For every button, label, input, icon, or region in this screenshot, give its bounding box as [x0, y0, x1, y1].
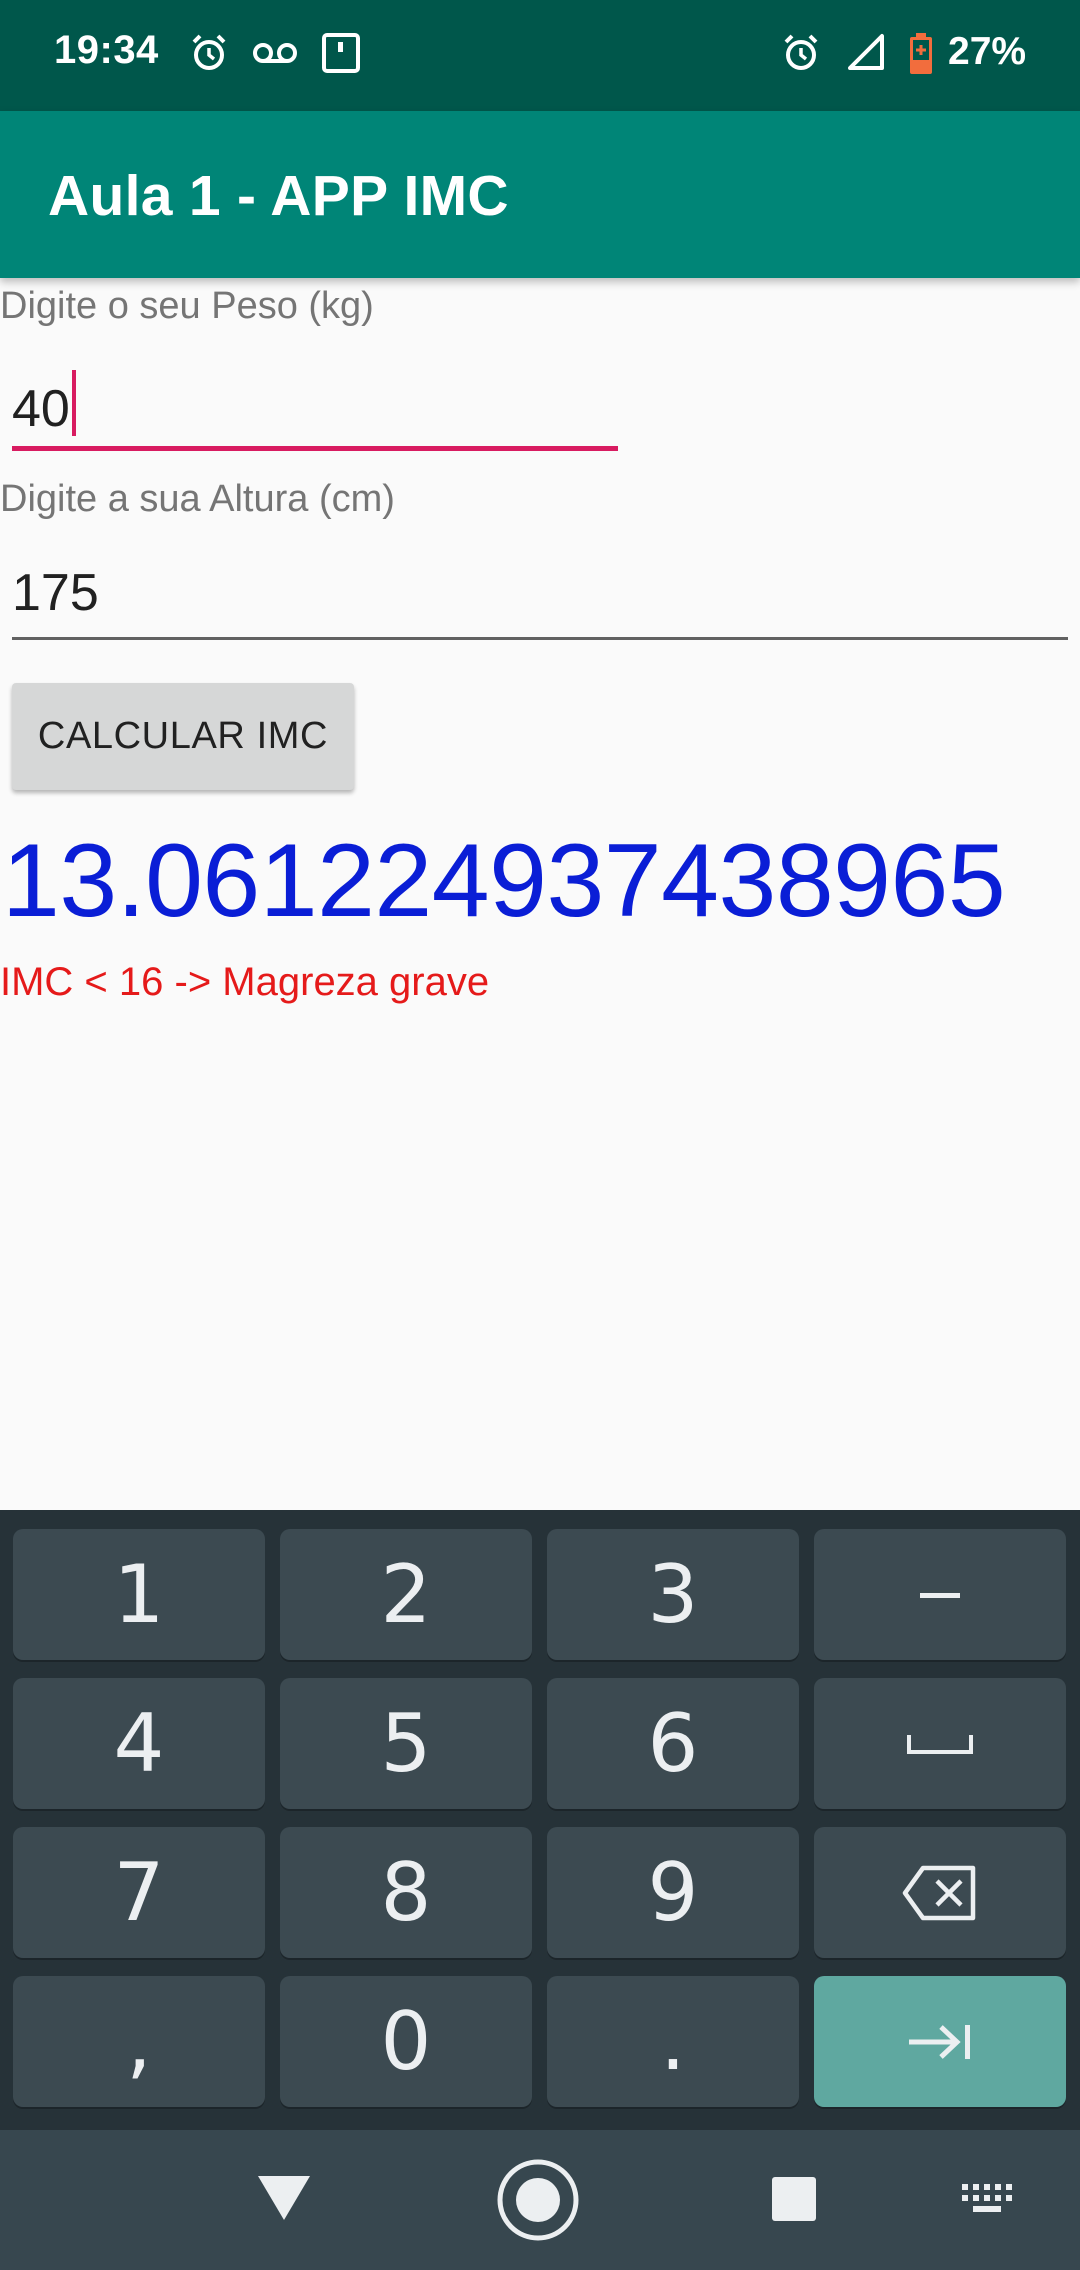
- key-5[interactable]: 5: [280, 1678, 532, 1809]
- navigation-bar: [0, 2130, 1080, 2270]
- numeric-keyboard: 1 2 3 4 5 6 7 8 9 , 0 .: [0, 1510, 1080, 2130]
- imc-result: 13.061224937438965: [2, 823, 1006, 939]
- backspace-icon: [902, 1865, 976, 1920]
- battery-icon: [910, 33, 932, 74]
- key-7[interactable]: 7: [13, 1827, 265, 1958]
- key-period[interactable]: .: [547, 1976, 799, 2107]
- height-underline: [12, 637, 1068, 640]
- key-backspace[interactable]: [814, 1827, 1066, 1958]
- calculate-button[interactable]: CALCULAR IMC: [12, 683, 354, 790]
- app-title: Aula 1 - APP IMC: [48, 164, 509, 228]
- key-9[interactable]: 9: [547, 1827, 799, 1958]
- weight-underline: [12, 446, 618, 451]
- key-0[interactable]: 0: [280, 1976, 532, 2107]
- status-bar: 19:34 27%: [0, 0, 1080, 111]
- text-cursor: [71, 370, 76, 436]
- height-label: Digite a sua Altura (cm): [0, 478, 395, 520]
- weight-label: Digite o seu Peso (kg): [0, 285, 374, 327]
- status-time: 19:34: [54, 28, 159, 72]
- height-input[interactable]: 175: [12, 555, 1068, 641]
- alarm-icon: [192, 34, 226, 70]
- app-bar: Aula 1 - APP IMC: [0, 111, 1080, 278]
- imc-classification: IMC < 16 -> Magreza grave: [0, 960, 490, 1004]
- minus-icon: [920, 1592, 960, 1598]
- voicemail-icon: [253, 43, 297, 63]
- alarm-icon-right: [784, 34, 818, 70]
- height-value: 175: [12, 564, 99, 622]
- key-next[interactable]: [814, 1976, 1066, 2107]
- signal-icon: [848, 34, 884, 70]
- key-space[interactable]: [814, 1678, 1066, 1809]
- back-icon[interactable]: [256, 2172, 312, 2224]
- key-6[interactable]: 6: [547, 1678, 799, 1809]
- key-8[interactable]: 8: [280, 1827, 532, 1958]
- key-1[interactable]: 1: [13, 1529, 265, 1660]
- key-4[interactable]: 4: [13, 1678, 265, 1809]
- recents-icon[interactable]: [771, 2176, 817, 2222]
- key-2[interactable]: 2: [280, 1529, 532, 1660]
- battery-percentage: 27%: [948, 30, 1027, 73]
- home-icon[interactable]: [496, 2158, 580, 2242]
- sd-card-icon: [322, 33, 360, 73]
- key-comma[interactable]: ,: [13, 1976, 265, 2107]
- key-minus[interactable]: [814, 1529, 1066, 1660]
- tab-next-icon: [909, 2024, 970, 2059]
- key-3[interactable]: 3: [547, 1529, 799, 1660]
- space-icon: [907, 1734, 973, 1754]
- weight-value: 40: [12, 380, 70, 438]
- weight-input[interactable]: 40: [12, 360, 618, 452]
- keyboard-switch-icon[interactable]: [962, 2184, 1012, 2214]
